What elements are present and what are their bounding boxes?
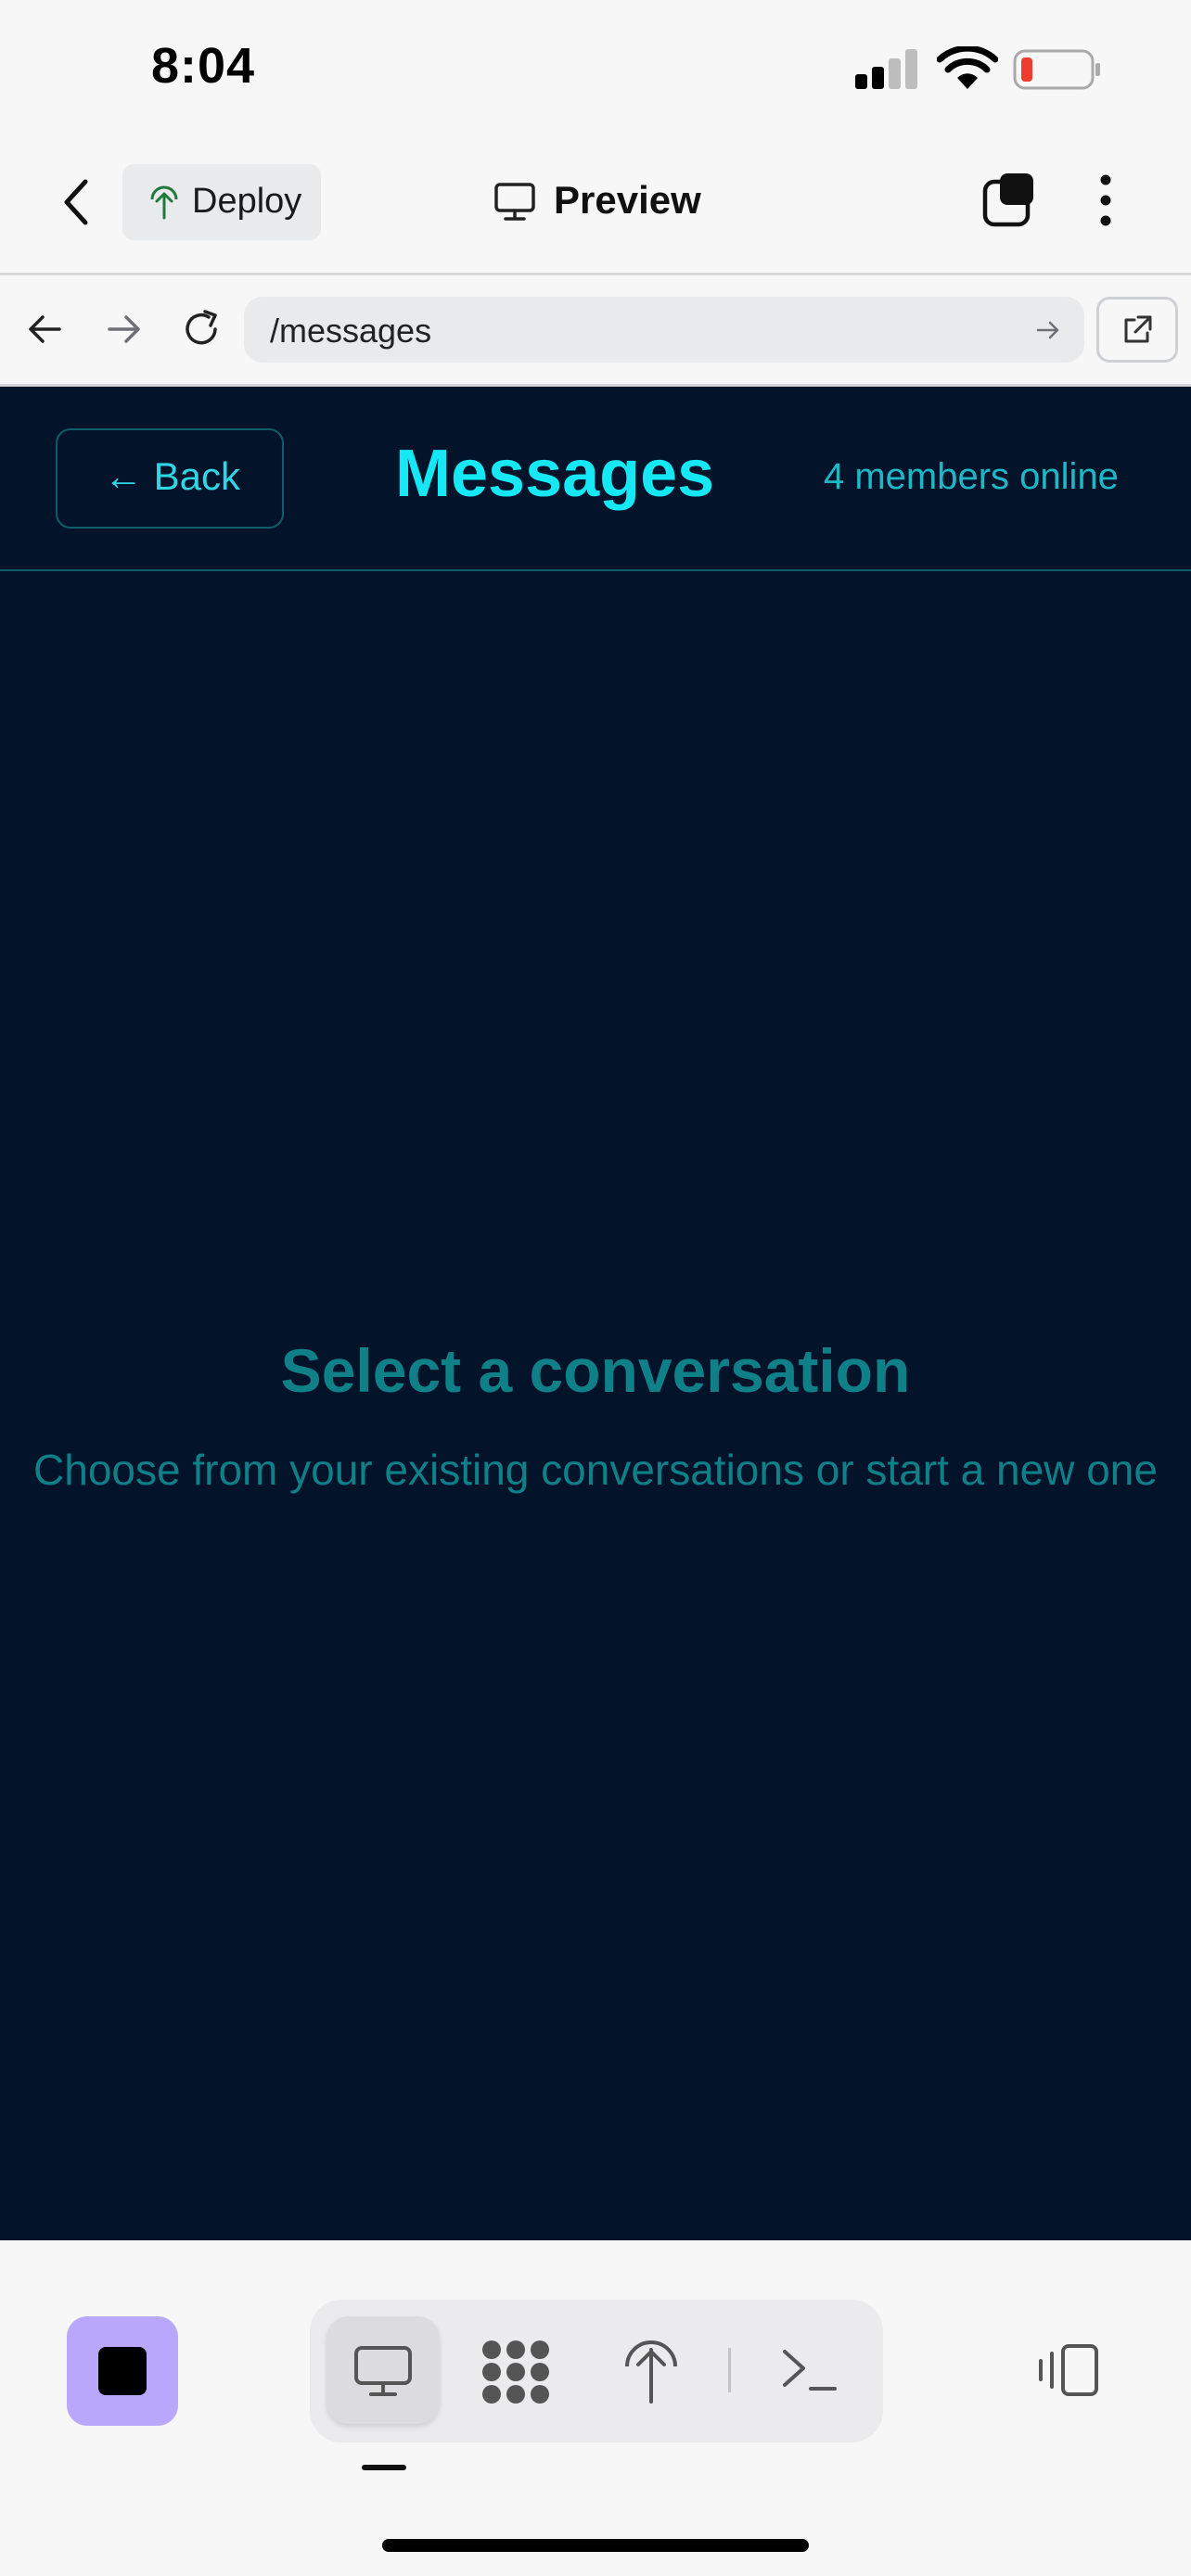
- url-text: /messages: [270, 312, 432, 350]
- header-divider: [0, 569, 1191, 571]
- active-tab-indicator: [362, 2465, 406, 2470]
- preview-title: Preview: [554, 178, 701, 222]
- tab-divider: [728, 2348, 731, 2392]
- reload-icon[interactable]: [180, 308, 223, 351]
- side-panel-icon[interactable]: [1035, 2342, 1102, 2400]
- arrow-right-small-icon[interactable]: [1035, 317, 1061, 343]
- terminal-icon[interactable]: [781, 2346, 839, 2394]
- monitor-icon: [354, 2346, 412, 2396]
- empty-state-title: Select a conversation: [280, 1336, 911, 1405]
- more-vertical-icon[interactable]: [1095, 171, 1117, 230]
- deploy-tree-icon: [150, 185, 178, 220]
- cellular-signal-icon: [855, 49, 917, 89]
- back-button-label: ← Back: [104, 454, 241, 498]
- monitor-icon: [494, 183, 535, 221]
- app-content: [0, 387, 1191, 2240]
- wifi-icon: [937, 46, 998, 89]
- external-link-icon: [1124, 315, 1152, 343]
- deploy-icon[interactable]: [621, 2335, 681, 2405]
- arrow-right-icon[interactable]: [104, 310, 143, 349]
- chevron-left-icon[interactable]: [61, 178, 91, 226]
- nodes-icon[interactable]: [480, 2339, 551, 2405]
- stop-icon: [98, 2347, 147, 2395]
- arrow-left-icon[interactable]: [26, 310, 65, 349]
- page-title: Messages: [395, 437, 715, 511]
- deploy-label: Deploy: [192, 182, 302, 221]
- online-status: 4 members online: [824, 456, 1119, 497]
- tabs-stack-icon[interactable]: [980, 171, 1039, 230]
- home-indicator: [382, 2539, 809, 2552]
- empty-state-subtitle: Choose from your existing conversations …: [33, 1446, 1158, 1494]
- status-time: 8:04: [151, 38, 256, 94]
- battery-icon: [1013, 49, 1100, 90]
